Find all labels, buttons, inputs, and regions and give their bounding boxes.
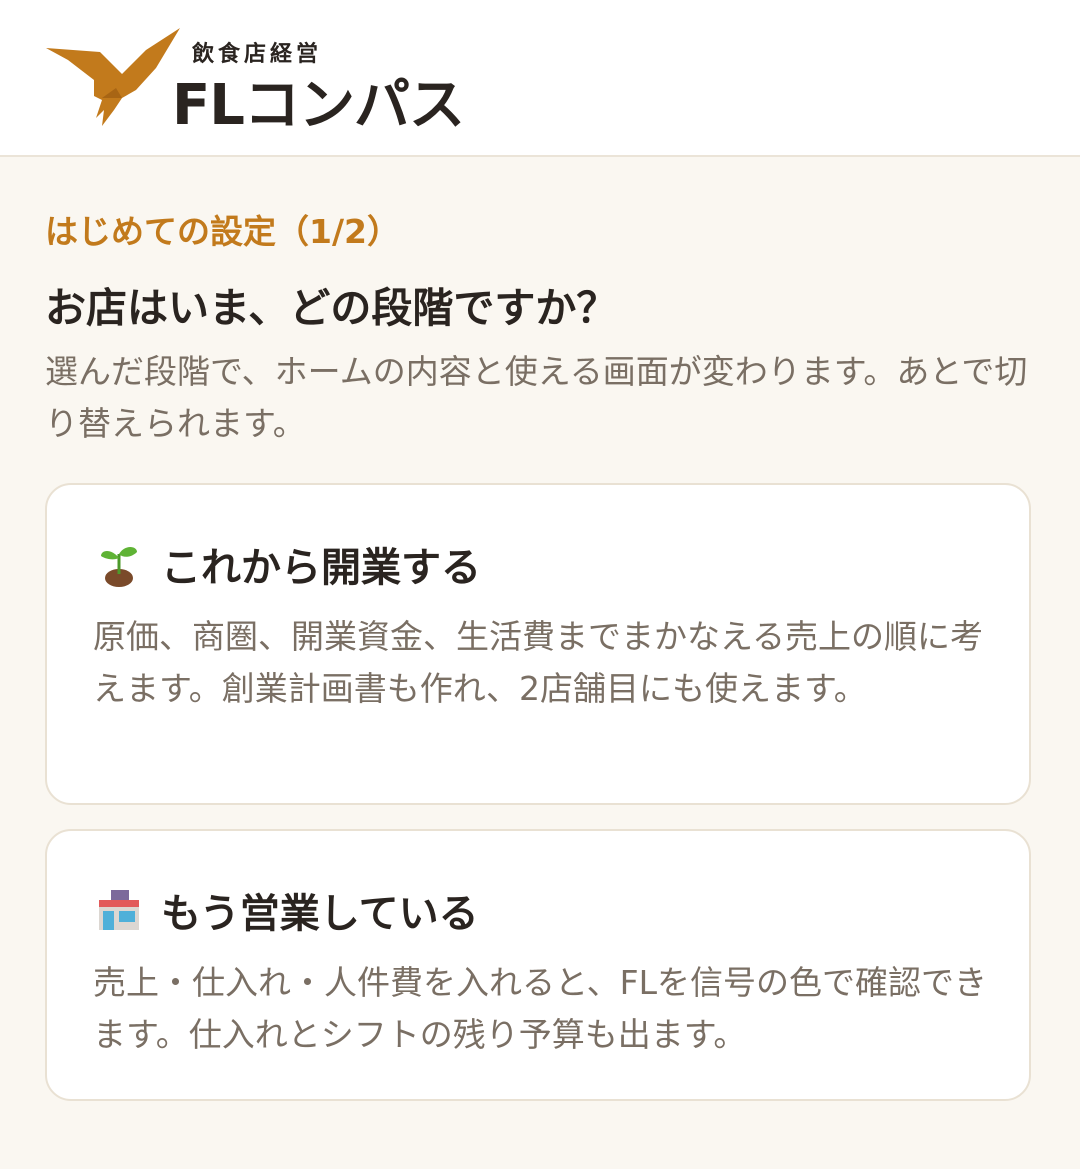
logo-title: FLコンパス xyxy=(172,73,465,138)
seedling-icon xyxy=(101,547,137,587)
option-card-opening[interactable]: これから開業する 原価、商圏、開業資金、生活費までまかなえる売上の順に考えます。… xyxy=(45,483,1031,805)
option-title-row: これから開業する xyxy=(95,535,481,593)
option-title: もう営業している xyxy=(161,891,479,937)
page-description: 選んだ段階で、ホームの内容と使える画面が変わります。あとで切り替えられます。 xyxy=(45,352,1028,443)
bird-logo-icon xyxy=(46,28,180,126)
page-title: お店はいま、どの段階ですか？ xyxy=(45,284,618,332)
option-title-row: もう営業している xyxy=(95,881,479,939)
app-header: 飲食店経営 FLコンパス xyxy=(0,0,1080,157)
option-description: 売上・仕入れ・人件費を入れると、FLを信号の色で確認できます。仕入れとシフトの残… xyxy=(93,963,988,1054)
option-card-operating[interactable]: もう営業している 売上・仕入れ・人件費を入れると、FLを信号の色で確認できます。… xyxy=(45,829,1031,1101)
option-title: これから開業する xyxy=(161,545,481,591)
option-description: 原価、商圏、開業資金、生活費までまかなえる売上の順に考えます。創業計画書も作れ、… xyxy=(93,617,984,708)
convenience-store-icon xyxy=(99,890,139,930)
step-label: はじめての設定（1/2） xyxy=(45,212,400,251)
